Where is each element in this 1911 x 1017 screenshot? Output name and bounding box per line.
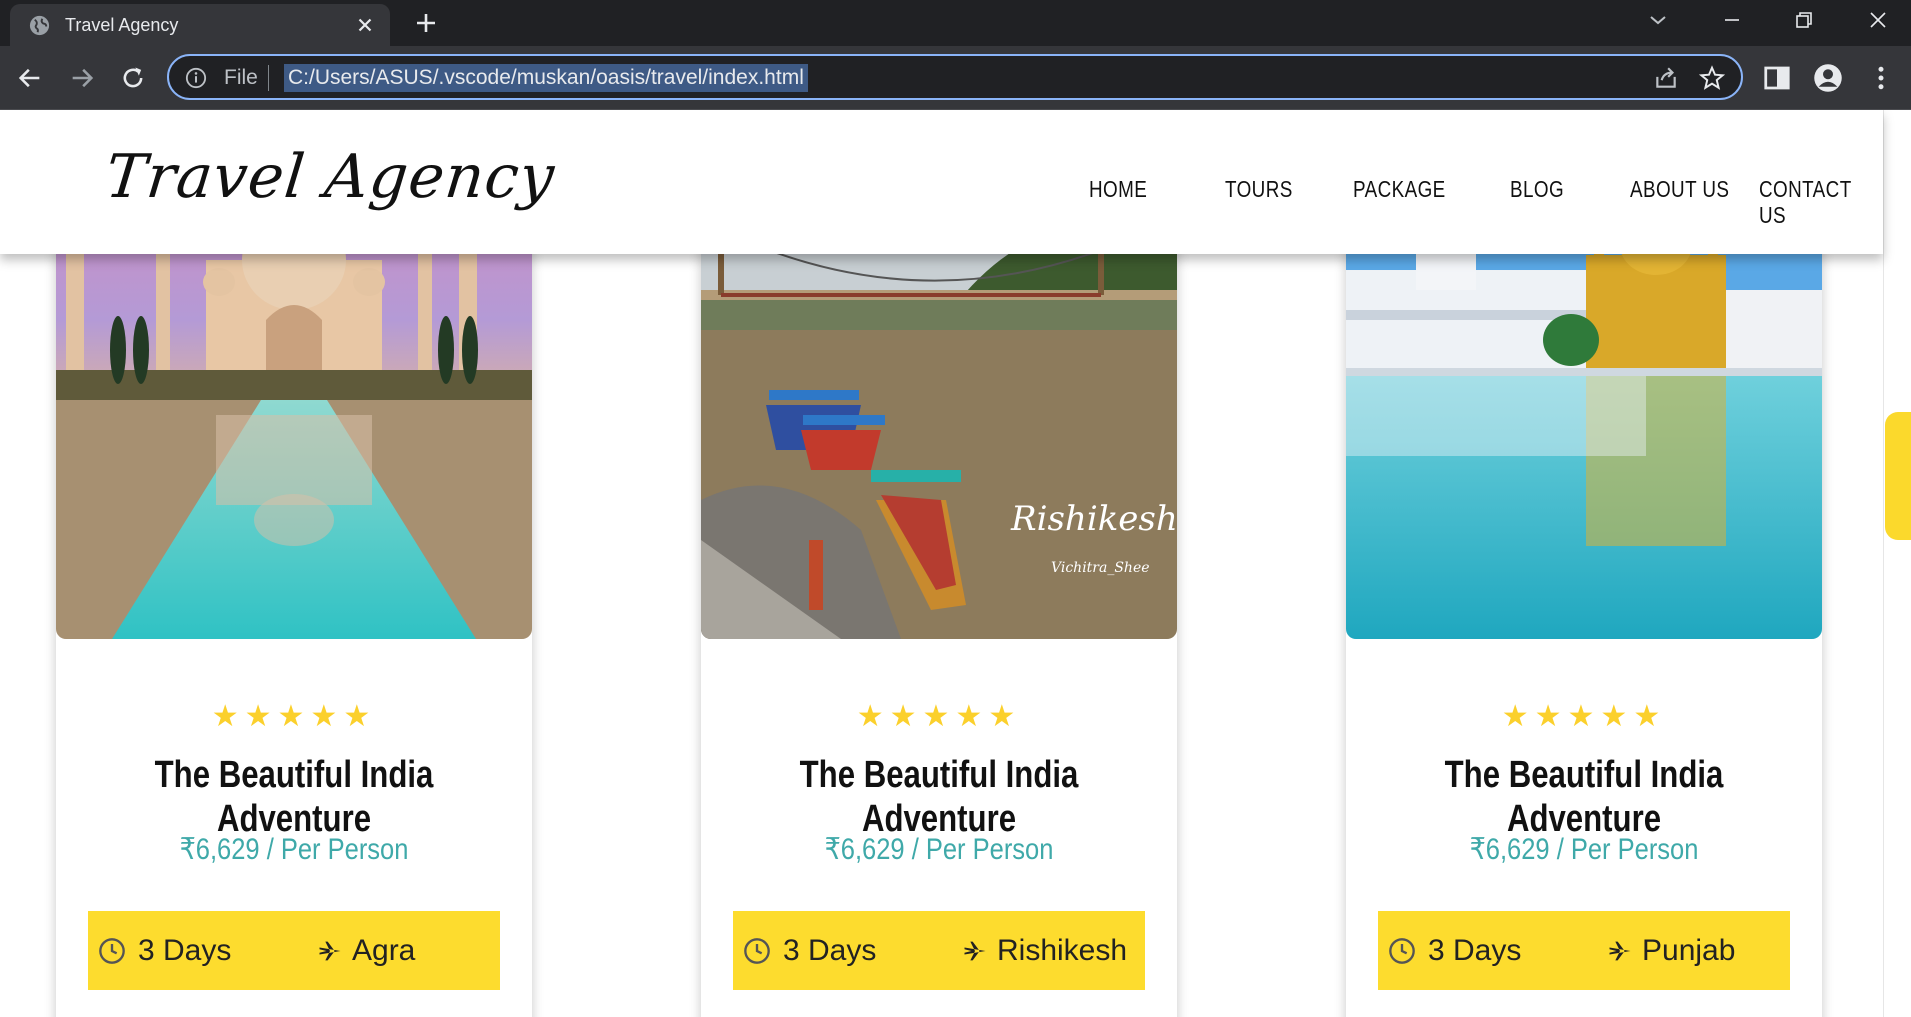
card-info-bar: 3 Days Rishikesh	[733, 911, 1145, 990]
page-viewport: Travel Agency HOME TOURS PACKAGE BLOG AB…	[0, 110, 1911, 1017]
plane-icon	[964, 941, 986, 961]
card-destination: Punjab	[1642, 934, 1736, 967]
menu-kebab-icon[interactable]	[1866, 63, 1896, 93]
close-window-icon[interactable]	[1866, 8, 1890, 32]
card-duration: 3 Days	[138, 934, 232, 967]
new-tab-icon[interactable]	[414, 11, 438, 35]
rishikesh-caption-text: Rishikesh	[1010, 499, 1177, 539]
rishikesh-image: Rishikesh Vichitra_Shee	[701, 200, 1177, 639]
golden-temple-image	[1346, 200, 1822, 639]
restore-icon[interactable]	[1792, 8, 1816, 32]
site-logo[interactable]: Travel Agency	[102, 142, 558, 212]
photographer-signature-text: Vichitra_Shee	[1051, 560, 1150, 576]
tour-card-agra[interactable]: ★★★★★ The Beautiful India Adventure ₹6,6…	[56, 200, 532, 1017]
star-rating: ★★★★★	[856, 700, 1022, 733]
reload-icon[interactable]	[119, 64, 147, 92]
card-title: The Beautiful India Adventure	[799, 754, 1079, 840]
clock-icon	[744, 938, 770, 964]
url-text[interactable]: C:/Users/ASUS/.vscode/muskan/oasis/trave…	[284, 64, 808, 92]
close-tab-icon[interactable]	[354, 14, 376, 36]
clock-icon	[99, 938, 125, 964]
card-price: ₹6,629 / Per Person	[824, 833, 1054, 866]
plane-icon	[319, 941, 341, 961]
tour-card-rishikesh[interactable]: Rishikesh Vichitra_Shee ★★★★★ The Beauti…	[701, 200, 1177, 1017]
bookmark-star-icon[interactable]	[1699, 65, 1725, 91]
page-scrollbar[interactable]	[1883, 110, 1911, 1017]
share-icon[interactable]	[1653, 65, 1679, 91]
nav-blog[interactable]: BLOG	[1510, 176, 1564, 202]
browser-tab[interactable]: Travel Agency	[10, 4, 390, 46]
clock-icon	[1389, 938, 1415, 964]
star-rating: ★★★★★	[211, 700, 377, 733]
back-arrow-icon[interactable]	[16, 64, 44, 92]
minimize-icon[interactable]	[1720, 8, 1744, 32]
browser-tab-bar: Travel Agency	[0, 0, 1911, 46]
card-info-bar: 3 Days Punjab	[1378, 911, 1790, 990]
globe-icon	[29, 15, 50, 36]
plane-icon	[1609, 941, 1631, 961]
nav-contact-us[interactable]: CONTACT US	[1759, 176, 1861, 228]
star-rating: ★★★★★	[1501, 700, 1667, 733]
taj-mahal-image	[56, 200, 532, 639]
card-price: ₹6,629 / Per Person	[1469, 833, 1699, 866]
side-panel-icon[interactable]	[1762, 63, 1792, 93]
card-destination: Agra	[352, 934, 416, 967]
nav-home[interactable]: HOME	[1089, 176, 1147, 202]
tab-search-icon[interactable]	[1646, 8, 1670, 32]
card-duration: 3 Days	[1428, 934, 1522, 967]
nav-tours[interactable]: TOURS	[1225, 176, 1293, 202]
info-icon[interactable]	[185, 67, 207, 89]
omnibox-divider	[268, 65, 269, 91]
address-bar[interactable]: File C:/Users/ASUS/.vscode/muskan/oasis/…	[167, 54, 1743, 100]
site-header: Travel Agency HOME TOURS PACKAGE BLOG AB…	[0, 110, 1883, 254]
scrollbar-thumb[interactable]	[1885, 412, 1911, 540]
tab-title: Travel Agency	[65, 15, 179, 35]
profile-avatar-icon[interactable]	[1813, 63, 1843, 93]
card-destination: Rishikesh	[997, 934, 1128, 967]
omnibox-file-label: File	[224, 66, 258, 89]
card-title: The Beautiful India Adventure	[1444, 754, 1724, 840]
tour-card-punjab[interactable]: ★★★★★ The Beautiful India Adventure ₹6,6…	[1346, 200, 1822, 1017]
card-price: ₹6,629 / Per Person	[179, 833, 409, 866]
card-info-bar: 3 Days Agra	[88, 911, 500, 990]
card-title: The Beautiful India Adventure	[154, 754, 434, 840]
nav-about-us[interactable]: ABOUT US	[1630, 176, 1729, 202]
nav-package[interactable]: PACKAGE	[1353, 176, 1446, 202]
card-duration: 3 Days	[783, 934, 877, 967]
forward-arrow-icon[interactable]	[68, 64, 96, 92]
browser-toolbar: File C:/Users/ASUS/.vscode/muskan/oasis/…	[0, 46, 1911, 110]
